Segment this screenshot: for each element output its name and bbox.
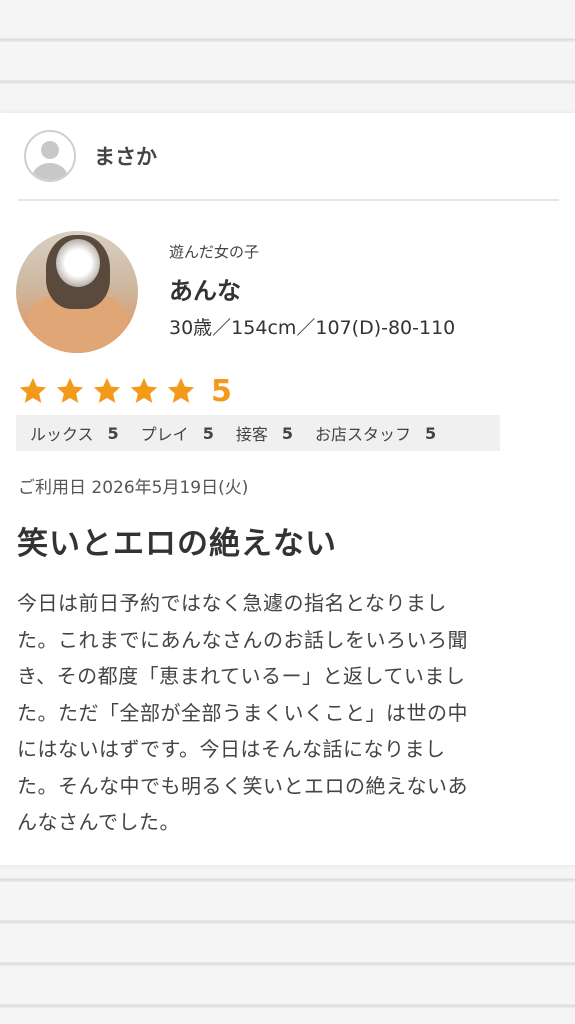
star-icon — [93, 377, 121, 403]
review-line: た。ただ「全部が全部うまくいくこと」は世の中 — [17, 700, 468, 725]
star-rating: 5 — [18, 371, 232, 411]
review-line: 今日は前日予約ではなく急遽の指名となりまし — [17, 591, 447, 615]
review-card: まさか 遊んだ女の子 あんな 30歳／154cm／107(D)-80-110 5… — [0, 113, 575, 865]
subscore-value: 5 — [202, 423, 214, 443]
subscores-bar: ルックス 5 プレイ 5 接客 5 お店スタッフ 5 — [16, 415, 500, 451]
star-icon — [167, 377, 195, 403]
review-line: た。そんな中でも明るく笑いとエロの絶えないあ — [17, 773, 468, 798]
use-date: ご利用日 2026年5月19日(火) — [18, 478, 249, 498]
subscore-staff: お店スタッフ 5 — [315, 421, 436, 445]
star-icon — [130, 377, 158, 403]
subscore-looks: ルックス 5 — [30, 421, 119, 445]
user-avatar-icon — [24, 130, 76, 182]
girl-caption: 遊んだ女の子 — [169, 243, 260, 261]
rating-value: 5 — [211, 373, 232, 409]
girl-name[interactable]: あんな — [169, 271, 241, 306]
subscore-label: ルックス — [30, 425, 94, 444]
star-icon — [19, 377, 47, 403]
subscore-service: 接客 5 — [236, 421, 293, 445]
subscore-label: プレイ — [140, 425, 189, 444]
reviewer-header: まさか — [18, 113, 559, 201]
subscore-label: 接客 — [235, 425, 268, 444]
review-line: き、その都度「恵まれているー」と返していまし — [17, 664, 466, 688]
review-body: 今日は前日予約ではなく急遽の指名となりまし た。これまでにあんなさんのお話しをい… — [17, 585, 561, 841]
girl-spec: 30歳／154cm／107(D)-80-110 — [169, 317, 456, 339]
subscore-play: プレイ 5 — [141, 421, 214, 445]
review-line: た。これまでにあんなさんのお話しをいろいろ聞 — [17, 627, 468, 652]
review-line: んなさんでした。 — [17, 810, 180, 834]
subscore-value: 5 — [425, 423, 437, 443]
reviewer-name: まさか — [94, 145, 157, 169]
star-icon — [56, 377, 84, 403]
subscore-value: 5 — [107, 423, 119, 443]
subscore-label: お店スタッフ — [314, 425, 411, 444]
girl-profile[interactable]: 遊んだ女の子 あんな 30歳／154cm／107(D)-80-110 — [16, 231, 556, 356]
girl-photo[interactable] — [16, 231, 138, 353]
subscore-value: 5 — [281, 423, 293, 443]
review-title: 笑いとエロの絶えない — [17, 526, 337, 562]
review-line: にはないはずです。今日はそんな話になりまし — [17, 737, 446, 761]
